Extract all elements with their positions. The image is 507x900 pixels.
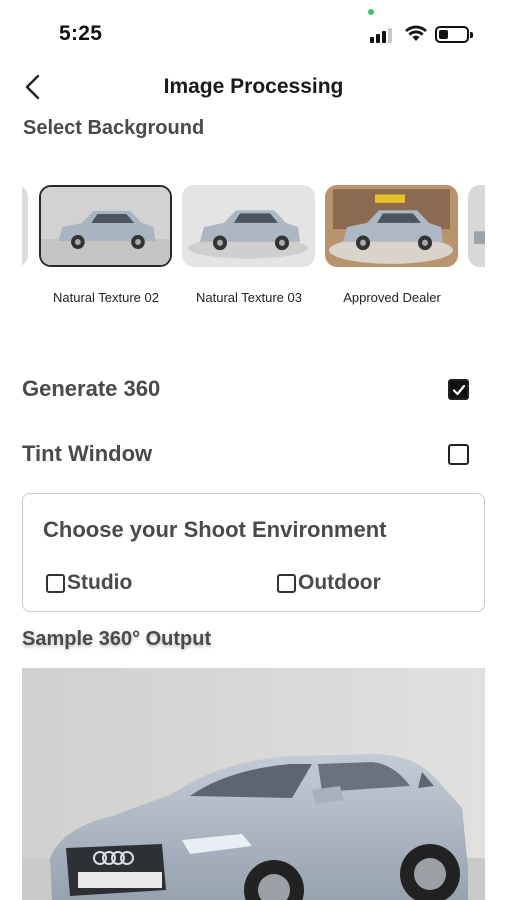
tint-window-label: Tint Window xyxy=(22,441,153,466)
tint-window-checkbox[interactable] xyxy=(448,444,469,465)
background-thumb-partial-left[interactable] xyxy=(22,185,28,267)
background-thumb-approved-dealer[interactable] xyxy=(325,185,458,267)
studio-label: Studio xyxy=(67,571,133,594)
background-label-natural-texture-02: Natural Texture 02 xyxy=(53,290,159,305)
background-carousel[interactable] xyxy=(22,185,485,273)
outdoor-label: Outdoor xyxy=(298,571,381,594)
battery-icon xyxy=(435,26,473,43)
camera-indicator-icon xyxy=(368,9,374,15)
wifi-icon xyxy=(405,25,427,41)
sample-output-heading: Sample 360° Output xyxy=(22,628,212,650)
status-bar: 5:25 xyxy=(0,0,507,62)
background-thumb-natural-texture-02[interactable] xyxy=(39,185,172,267)
cellular-signal-icon xyxy=(370,27,396,43)
page-title: Image Processing xyxy=(163,75,344,98)
background-thumb-partial-right[interactable] xyxy=(468,185,485,267)
outdoor-checkbox[interactable] xyxy=(277,573,296,593)
studio-checkbox[interactable] xyxy=(46,573,65,593)
shoot-environment-card: Choose your Shoot Environment Studio Out… xyxy=(22,493,485,612)
checkmark-icon xyxy=(452,384,466,396)
background-label-approved-dealer: Approved Dealer xyxy=(343,290,441,305)
sample-output-image xyxy=(22,668,485,900)
outdoor-option[interactable]: Outdoor xyxy=(277,570,381,596)
generate-360-label: Generate 360 xyxy=(22,376,161,401)
background-label-natural-texture-03: Natural Texture 03 xyxy=(196,290,302,305)
status-time: 5:25 xyxy=(59,22,103,45)
select-background-heading: Select Background xyxy=(23,117,205,139)
background-thumb-natural-texture-03[interactable] xyxy=(182,185,315,267)
shoot-environment-title: Choose your Shoot Environment xyxy=(43,517,387,542)
generate-360-checkbox[interactable] xyxy=(448,379,469,400)
studio-option[interactable]: Studio xyxy=(46,570,132,596)
